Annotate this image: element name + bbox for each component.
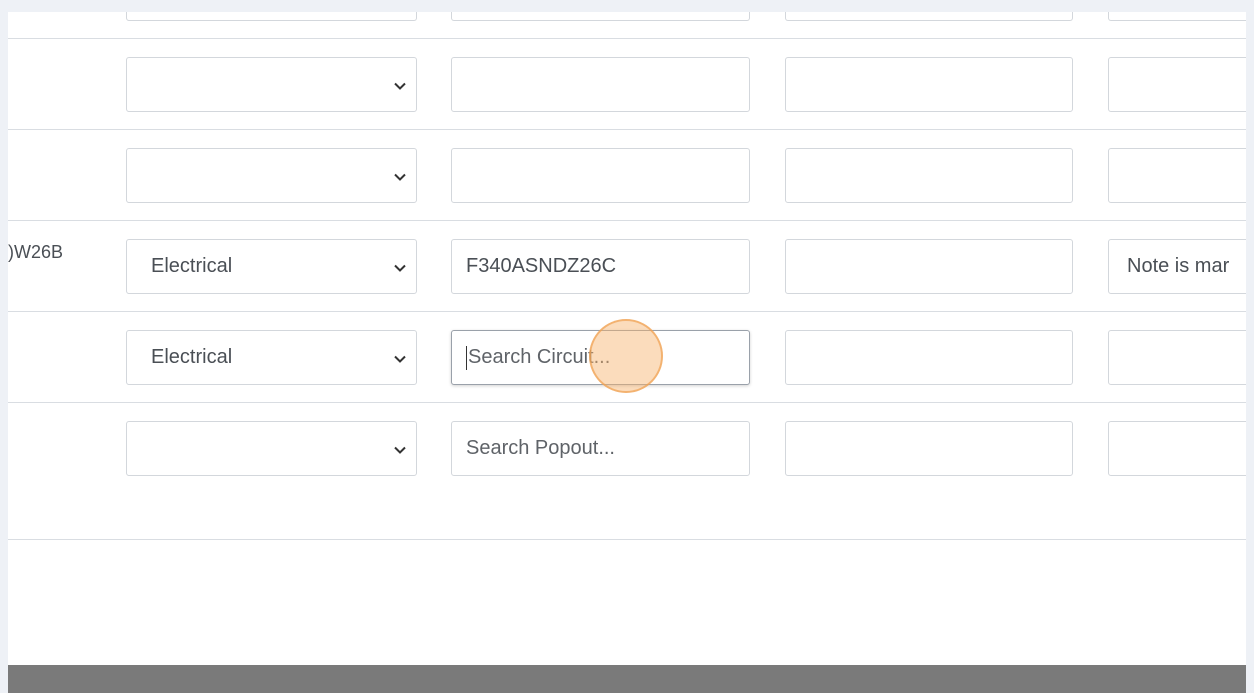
category-value: Electrical bbox=[151, 346, 233, 368]
text-input[interactable] bbox=[785, 239, 1073, 294]
chevron-down-icon bbox=[390, 167, 410, 187]
click-highlight bbox=[589, 319, 663, 393]
note-input[interactable] bbox=[1108, 57, 1246, 112]
row-divider bbox=[8, 38, 1246, 39]
note-input[interactable] bbox=[1108, 421, 1246, 476]
category-select[interactable] bbox=[126, 12, 417, 21]
table-bottom-divider bbox=[8, 539, 1246, 540]
note-value: Note is mar bbox=[1127, 255, 1230, 277]
category-select[interactable]: Electrical bbox=[126, 239, 417, 294]
circuit-input[interactable]: F340ASNDZ26C bbox=[451, 239, 750, 294]
footer-bar bbox=[8, 665, 1246, 693]
text-input[interactable] bbox=[785, 330, 1073, 385]
chevron-down-icon bbox=[390, 349, 410, 369]
circuit-input[interactable] bbox=[451, 148, 750, 203]
row-divider bbox=[8, 129, 1246, 130]
popout-placeholder: Search Popout... bbox=[466, 437, 615, 459]
row-divider bbox=[8, 220, 1246, 221]
row-divider bbox=[8, 402, 1246, 403]
circuit-input[interactable] bbox=[451, 12, 750, 21]
circuit-input[interactable] bbox=[451, 57, 750, 112]
text-input[interactable] bbox=[785, 57, 1073, 112]
note-input[interactable]: Note is mar bbox=[1108, 239, 1246, 294]
row-divider bbox=[8, 311, 1246, 312]
text-input[interactable] bbox=[785, 148, 1073, 203]
note-input[interactable] bbox=[1108, 12, 1246, 21]
row-label: )W26B bbox=[8, 242, 64, 262]
note-input[interactable] bbox=[1108, 330, 1246, 385]
chevron-down-icon bbox=[390, 76, 410, 96]
note-input[interactable] bbox=[1108, 148, 1246, 203]
category-select[interactable] bbox=[126, 57, 417, 112]
chevron-down-icon bbox=[390, 258, 410, 278]
text-input[interactable] bbox=[785, 12, 1073, 21]
chevron-down-icon bbox=[390, 440, 410, 460]
text-cursor bbox=[466, 345, 467, 370]
text-input[interactable] bbox=[785, 421, 1073, 476]
data-table-panel: )W26B Electrical F340ASNDZ26C Note is ma… bbox=[8, 12, 1246, 693]
circuit-value: F340ASNDZ26C bbox=[466, 255, 617, 277]
popout-search-input[interactable]: Search Popout... bbox=[451, 421, 750, 476]
category-value: Electrical bbox=[151, 255, 233, 277]
category-select[interactable]: Electrical bbox=[126, 330, 417, 385]
category-select[interactable] bbox=[126, 148, 417, 203]
category-select[interactable] bbox=[126, 421, 417, 476]
